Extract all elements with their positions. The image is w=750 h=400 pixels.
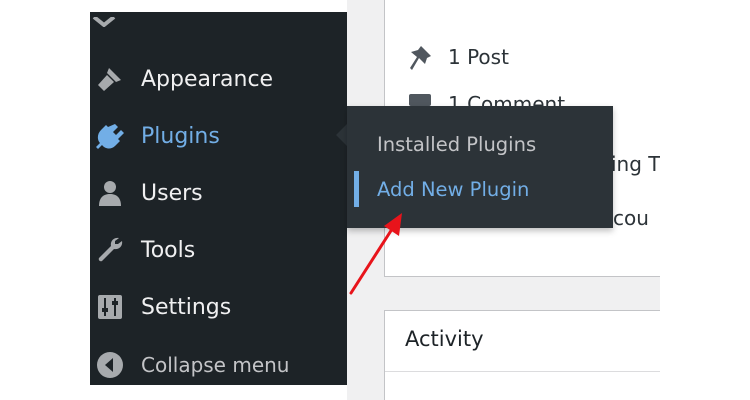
- annotation-arrow: [349, 213, 402, 295]
